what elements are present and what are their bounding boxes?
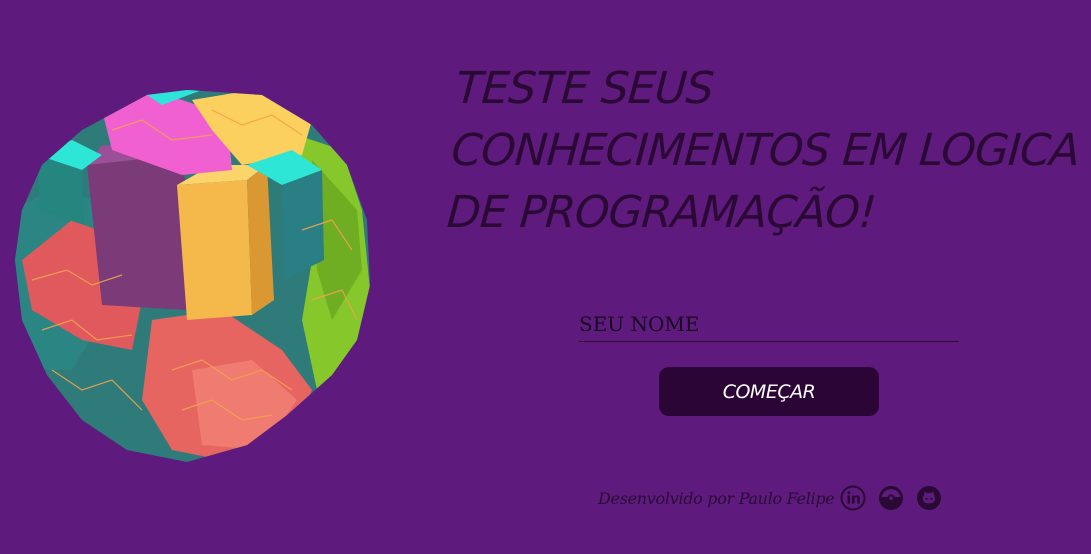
footer: Desenvolvido por Paulo Felipe xyxy=(598,483,954,513)
credit-text: Desenvolvido por Paulo Felipe xyxy=(598,488,835,508)
title-line: TESTE SEUS xyxy=(454,63,715,114)
start-button[interactable]: COMEÇAR xyxy=(659,367,879,416)
page-title: TESTE SEUS CONHECIMENTOS EM LOGICA DE PR… xyxy=(445,58,1088,244)
github-icon[interactable] xyxy=(916,485,942,511)
title-line: DE PROGRAMAÇÃO! xyxy=(445,187,878,238)
title-line: CONHECIMENTOS EM LOGICA xyxy=(449,125,1081,176)
pokeball-icon[interactable] xyxy=(878,485,904,511)
logic-cube-illustration xyxy=(15,90,370,462)
name-input[interactable] xyxy=(579,306,959,342)
linkedin-icon[interactable] xyxy=(840,485,866,511)
